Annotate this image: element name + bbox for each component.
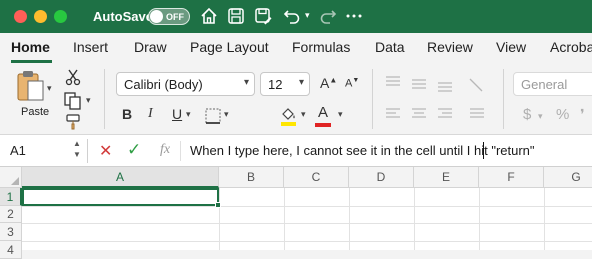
row-header-4[interactable]: 4: [0, 241, 22, 259]
fill-color-icon[interactable]: [278, 105, 298, 127]
ribbon-separator: [503, 69, 504, 129]
name-box[interactable]: A1 ▲ ▼: [0, 139, 88, 163]
underline-button[interactable]: U: [172, 106, 182, 122]
ribbon-separator: [372, 69, 373, 129]
font-size-value: 12: [268, 77, 283, 92]
name-box-value: A1: [10, 143, 26, 158]
font-color-dropdown-icon[interactable]: ▾: [338, 109, 343, 120]
column-header-d[interactable]: D: [349, 167, 414, 188]
ribbon-home: ▾ Paste ▾ Calibri (Body) ▾ 12 ▾ A▲ A▼ B …: [0, 63, 592, 135]
alignment-group: [386, 76, 484, 118]
column-header-g[interactable]: G: [544, 167, 592, 188]
formula-bar-divider: [180, 141, 181, 161]
column-header-f[interactable]: F: [479, 167, 544, 188]
tab-formulas[interactable]: Formulas: [292, 39, 350, 55]
column-header-a[interactable]: A: [22, 167, 219, 188]
fill-color-dropdown-icon[interactable]: ▾: [301, 109, 306, 120]
autosave-toggle[interactable]: OFF: [148, 8, 190, 25]
minimize-window-button[interactable]: [34, 10, 47, 23]
enter-entry-button[interactable]: ✓: [127, 140, 141, 160]
column-header-c[interactable]: C: [284, 167, 349, 188]
tab-acrobat[interactable]: Acroba: [550, 39, 592, 55]
save-as-icon[interactable]: [253, 6, 273, 26]
autosave-label: AutoSave: [93, 9, 153, 24]
tab-insert[interactable]: Insert: [73, 39, 108, 55]
ribbon-separator: [104, 69, 105, 129]
currency-dropdown-icon[interactable]: ▾: [538, 111, 543, 122]
format-painter-icon[interactable]: [64, 113, 82, 131]
borders-dropdown-icon[interactable]: ▾: [224, 109, 229, 120]
home-icon[interactable]: [199, 6, 219, 26]
tab-draw[interactable]: Draw: [134, 39, 167, 55]
cell-a1[interactable]: [22, 188, 221, 208]
ribbon-tabs: Home Insert Draw Page Layout Formulas Da…: [0, 33, 592, 63]
copy-dropdown-icon[interactable]: ▾: [86, 95, 91, 106]
copy-icon[interactable]: [63, 91, 83, 111]
undo-icon[interactable]: [282, 6, 302, 26]
title-bar: AutoSave OFF ▾: [0, 0, 592, 33]
paste-icon[interactable]: [16, 69, 46, 103]
bold-button[interactable]: B: [122, 106, 132, 122]
fill-handle[interactable]: [215, 202, 221, 208]
row-header-3[interactable]: 3: [0, 223, 22, 241]
formula-bar: A1 ▲ ▼ ✕ ✓ fx When I type here, I cannot…: [0, 135, 592, 167]
row-header-2[interactable]: 2: [0, 206, 22, 223]
more-icon[interactable]: [344, 6, 364, 26]
close-window-button[interactable]: [14, 10, 27, 23]
font-name-value: Calibri (Body): [124, 77, 203, 92]
toggle-knob: [150, 10, 163, 23]
borders-icon[interactable]: [204, 107, 222, 125]
number-format-dropdown[interactable]: General: [513, 72, 592, 96]
paste-label: Paste: [21, 106, 50, 118]
font-color-button[interactable]: A: [318, 104, 328, 121]
underline-dropdown-icon[interactable]: ▾: [186, 109, 191, 120]
select-all-corner[interactable]: [0, 167, 22, 188]
font-size-dropdown[interactable]: 12 ▾: [260, 72, 310, 96]
tab-view[interactable]: View: [496, 39, 526, 55]
cut-icon[interactable]: [64, 68, 82, 86]
tab-home[interactable]: Home: [11, 39, 50, 55]
currency-format-button[interactable]: $: [523, 106, 531, 123]
worksheet-grid: A B C D E F G 1 2 3 4: [0, 167, 592, 259]
column-header-b[interactable]: B: [219, 167, 284, 188]
percent-format-button[interactable]: %: [556, 106, 569, 123]
column-header-e[interactable]: E: [414, 167, 479, 188]
autosave-state: OFF: [166, 12, 184, 22]
chevron-down-icon: ▼: [73, 150, 81, 159]
chevron-down-icon: ▾: [298, 77, 304, 88]
cancel-entry-button[interactable]: ✕: [99, 141, 112, 161]
redo-icon[interactable]: [318, 6, 338, 26]
tab-review[interactable]: Review: [427, 39, 473, 55]
font-color-swatch: [315, 123, 331, 127]
comma-style-button[interactable]: ❜: [580, 106, 585, 123]
select-all-icon: [11, 177, 19, 185]
decrease-font-size-icon[interactable]: A▼: [345, 77, 359, 90]
insert-function-button[interactable]: fx: [160, 142, 170, 158]
chevron-down-icon: ▾: [243, 77, 249, 88]
text-cursor: [483, 142, 484, 159]
chevron-up-icon: ▲: [73, 139, 81, 148]
zoom-window-button[interactable]: [54, 10, 67, 23]
tab-page-layout[interactable]: Page Layout: [190, 39, 269, 55]
number-format-value: General: [521, 77, 568, 92]
row-header-1[interactable]: 1: [0, 188, 22, 206]
italic-button[interactable]: I: [148, 106, 153, 122]
tab-data[interactable]: Data: [375, 39, 405, 55]
font-name-dropdown[interactable]: Calibri (Body) ▾: [116, 72, 255, 96]
paste-dropdown-icon[interactable]: ▾: [47, 83, 52, 94]
undo-dropdown-icon[interactable]: ▾: [305, 10, 310, 21]
increase-font-size-icon[interactable]: A▲: [320, 75, 337, 91]
save-icon[interactable]: [226, 6, 246, 26]
